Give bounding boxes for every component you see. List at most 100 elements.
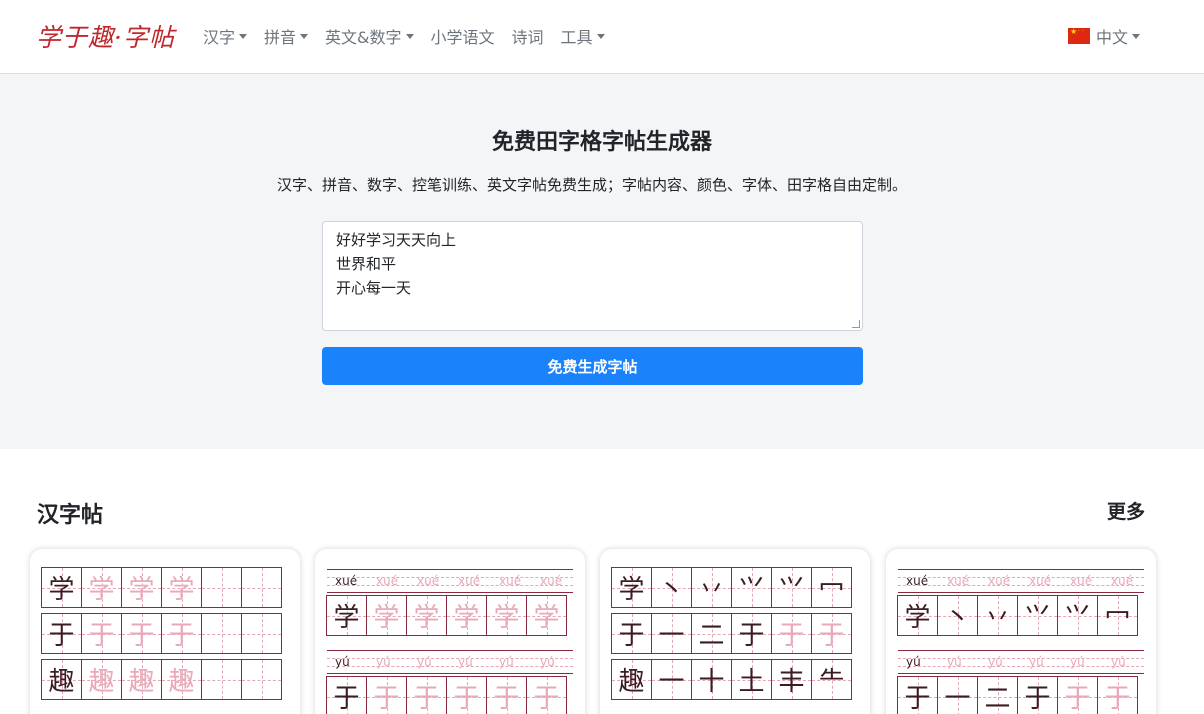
cell-character: 学 (128, 575, 155, 605)
china-flag-icon (1068, 27, 1090, 44)
cell-character: 学 (48, 575, 75, 605)
nav-item-label: 拼音 (264, 28, 297, 47)
pinyin-text: yú (1070, 655, 1085, 669)
tianzige-cell: ⺍ (771, 567, 812, 608)
cell-character: 趣 (88, 667, 115, 697)
pinyin-text: xué (906, 574, 929, 588)
cell-character: 趣 (48, 667, 75, 697)
pinyin-row: yú yú yú yú yú yú (898, 650, 1144, 674)
cell-character: 二 (984, 684, 1011, 714)
cell-character: ⺍ (1024, 603, 1051, 633)
pinyin-text: xué (1111, 574, 1134, 588)
cell-character: ⺧ (818, 667, 845, 697)
nav-item-1[interactable]: 拼音 (264, 24, 309, 48)
page-subtitle: 汉字、拼音、数字、控笔训练、英文字帖免费生成；字帖内容、颜色、字体、田字格自由定… (276, 176, 907, 194)
cell-character: 于 (493, 684, 520, 714)
worksheet-card[interactable]: xué xué xué xué xué xué 学学学学学学 yú yú yú yú yú yú 于于于于… (315, 549, 585, 714)
nav-item-3[interactable]: 小学语文 (431, 24, 495, 48)
cell-character: 丰 (778, 667, 805, 697)
nav-item-2[interactable]: 英文&数字 (325, 24, 414, 48)
cell-character: 学 (333, 603, 360, 633)
worksheet-card[interactable]: 学丶丷⺍⺍冖于一二于于于趣一十土丰⺧ (600, 549, 870, 714)
chevron-down-icon (405, 33, 414, 39)
tianzige-cell: 于 (326, 676, 367, 714)
tianzige-cell (201, 613, 242, 654)
tianzige-cell: 丶 (937, 595, 978, 636)
nav-item-label: 工具 (560, 28, 593, 47)
tianzige-cell (201, 567, 242, 608)
pinyin-text: yú (1029, 655, 1044, 669)
tianzige-cell: 学 (486, 595, 527, 636)
tianzige-cell: 于 (121, 613, 162, 654)
cell-character: ⺍ (778, 575, 805, 605)
cell-character: 丷 (984, 603, 1011, 633)
hero-section: 免费田字格字帖生成器 汉字、拼音、数字、控笔训练、英文字帖免费生成；字帖内容、颜… (0, 74, 1204, 449)
resize-grip-icon[interactable] (852, 320, 860, 328)
grid-row: 学学学学学学 (326, 595, 573, 636)
tianzige-cell: 趣 (81, 659, 122, 700)
tianzige-cell: 于 (406, 676, 447, 714)
site-logo[interactable]: 学于趣·字帖 (36, 18, 175, 54)
pinyin-text: yú (1111, 655, 1126, 669)
cell-character: 于 (533, 684, 560, 714)
grid-row: 于于于于 (41, 613, 282, 654)
pinyin-text: xué (1070, 574, 1093, 588)
tianzige-cell: 一 (651, 613, 692, 654)
pinyin-text: xué (947, 574, 970, 588)
cell-character: 学 (533, 603, 560, 633)
nav-item-4[interactable]: 诗词 (512, 24, 544, 48)
tianzige-cell (241, 659, 282, 700)
grid-row: 学学学学 (41, 567, 282, 608)
cell-character: 土 (738, 667, 765, 697)
nav-item-label: 英文&数字 (325, 28, 402, 47)
worksheet-card[interactable]: xué xué xué xué xué xué 学丶丷⺍⺍冖 yú yú yú yú yú yú 于一二于… (886, 549, 1156, 714)
tianzige-cell: 学 (366, 595, 407, 636)
worksheet-preview: xué xué xué xué xué xué 学学学学学学 yú yú yú yú yú yú 于于于于… (326, 567, 573, 714)
tianzige-cell: 于 (611, 613, 652, 654)
tianzige-cell: 丷 (977, 595, 1018, 636)
cell-character: 学 (618, 575, 645, 605)
page-title: 免费田字格字帖生成器 (491, 130, 712, 155)
tianzige-cell: ⺧ (811, 659, 852, 700)
cell-character: 学 (88, 575, 115, 605)
tianzige-cell: ⺍ (1017, 595, 1058, 636)
tianzige-cell: 学 (41, 567, 82, 608)
tianzige-cell: 丷 (691, 567, 732, 608)
pinyin-text: xué (335, 574, 358, 588)
tianzige-cell: 学 (897, 595, 938, 636)
language-selector[interactable]: 中文 (1068, 24, 1141, 48)
tianzige-cell: 冖 (811, 567, 852, 608)
tianzige-cell: 于 (41, 613, 82, 654)
tianzige-cell: 于 (897, 676, 938, 714)
cell-character: 于 (453, 684, 480, 714)
cell-character: ⺍ (1064, 603, 1091, 633)
cell-character: 于 (168, 621, 195, 651)
grid-row: 于一二于于于 (611, 613, 852, 654)
cell-character: 学 (168, 575, 195, 605)
pinyin-text: xué (417, 574, 440, 588)
tianzige-cell: 于 (1097, 676, 1138, 714)
cell-character: 于 (413, 684, 440, 714)
tianzige-cell (201, 659, 242, 700)
tianzige-cell: 于 (1057, 676, 1098, 714)
pinyin-text: xué (988, 574, 1011, 588)
pinyin-row: xué xué xué xué xué xué (327, 569, 573, 593)
tianzige-cell: 趣 (611, 659, 652, 700)
tianzige-cell: 于 (446, 676, 487, 714)
cell-character: 于 (1064, 684, 1091, 714)
cell-character: 冖 (818, 575, 845, 605)
more-link[interactable]: 更多 (1107, 497, 1145, 524)
tianzige-cell: 于 (161, 613, 202, 654)
cell-character: 于 (818, 621, 845, 651)
generate-button[interactable]: 免费生成字帖 (322, 347, 863, 385)
cell-character: ⺍ (738, 575, 765, 605)
pinyin-text: yú (417, 655, 432, 669)
nav-item-0[interactable]: 汉字 (203, 24, 248, 48)
worksheet-card[interactable]: 学学学学于于于于趣趣趣趣 (30, 549, 300, 714)
nav-item-5[interactable]: 工具 (561, 24, 605, 48)
top-navbar: 学于趣·字帖 汉字 拼音 英文&数字 小学语文诗词工具 中文 (0, 0, 1204, 74)
tianzige-cell: 于 (731, 613, 772, 654)
pinyin-text: xué (1029, 574, 1052, 588)
content-textarea[interactable]: 好好学习天天向上 世界和平 开心每一天 (322, 221, 863, 331)
tianzige-cell: 学 (326, 595, 367, 636)
